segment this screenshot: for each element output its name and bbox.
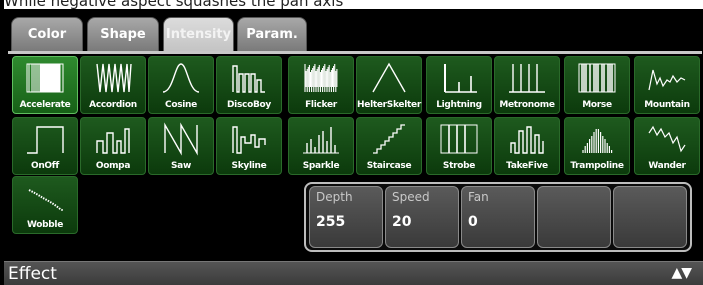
param-fan[interactable]: Fan 0	[461, 186, 535, 248]
metronome-icon	[509, 64, 545, 93]
effect-button-cosine[interactable]: Cosine	[148, 56, 214, 114]
effect-button-morse[interactable]: Morse	[564, 56, 630, 114]
trampoline-icon	[582, 129, 613, 153]
effect-label: Staircase	[366, 161, 412, 171]
effect-label: TakeFive	[506, 161, 548, 171]
effect-button-helterskelter[interactable]: HelterSkelter	[356, 56, 422, 114]
effect-button-metronome[interactable]: Metronome	[494, 56, 560, 114]
effect-button-discoboy[interactable]: DiscoBoy	[216, 56, 282, 114]
effect-footer: Effect ▲▼	[4, 261, 703, 285]
param-empty-2[interactable]	[613, 186, 687, 248]
effect-label: Strobe	[442, 161, 476, 171]
tab-bar: Color Shape Intensity Param.	[0, 17, 703, 51]
effect-button-strobe[interactable]: Strobe	[426, 117, 492, 175]
effect-label: Sparkle	[302, 161, 340, 171]
effect-button-lightning[interactable]: Lightning	[426, 56, 492, 114]
effect-button-mountain[interactable]: Mountain	[634, 56, 700, 114]
effect-label: Trampoline	[570, 161, 624, 171]
sparkle-icon	[303, 127, 339, 154]
effect-label: Saw	[171, 161, 191, 171]
up-down-arrows-icon[interactable]: ▲▼	[671, 265, 692, 281]
effect-label: Metronome	[499, 100, 555, 110]
wander-icon	[648, 125, 686, 153]
param-speed[interactable]: Speed 20	[385, 186, 459, 248]
onoff-icon	[27, 126, 64, 154]
effect-button-saw[interactable]: Saw	[148, 117, 214, 175]
param-value: 255	[316, 214, 346, 230]
effect-button-wander[interactable]: Wander	[634, 117, 700, 175]
effect-label: Mountain	[644, 100, 690, 110]
params-panel: Depth 255 Speed 20 Fan 0	[304, 182, 692, 252]
staircase-icon	[373, 124, 405, 154]
effect-button-flicker[interactable]: Flicker	[288, 56, 354, 114]
caption-text: While negative aspect squashes the pan a…	[4, 0, 703, 9]
discoboy-icon	[232, 65, 265, 93]
effect-label: OnOff	[30, 161, 60, 171]
helterskelter-icon	[372, 62, 406, 93]
effect-label: DiscoBoy	[227, 100, 271, 110]
effect-label: Cosine	[165, 100, 197, 110]
flicker-icon	[304, 64, 338, 92]
effect-button-sparkle[interactable]: Sparkle	[288, 117, 354, 175]
effect-button-accordion[interactable]: Accordion	[80, 56, 146, 114]
effect-label: Accordion	[89, 100, 137, 110]
param-depth[interactable]: Depth 255	[309, 186, 383, 248]
effect-button-takefive[interactable]: TakeFive	[494, 117, 560, 175]
wobble-icon	[28, 189, 64, 211]
effect-button-accelerate[interactable]: Accelerate	[12, 56, 78, 114]
accordion-icon	[96, 63, 132, 93]
param-label: Fan	[468, 190, 489, 204]
effect-label: Lightning	[436, 100, 482, 110]
param-value: 20	[392, 214, 412, 230]
effect-button-oompa[interactable]: Oompa	[80, 117, 146, 175]
footer-title: Effect	[8, 263, 57, 284]
accelerate-icon	[26, 63, 64, 93]
saw-icon	[164, 122, 198, 156]
effect-label: Oompa	[95, 161, 131, 171]
effect-label: Accelerate	[19, 100, 71, 110]
tab-shape[interactable]: Shape	[87, 17, 159, 51]
cosine-icon	[162, 63, 200, 93]
param-empty-1[interactable]	[537, 186, 611, 248]
effect-button-wobble[interactable]: Wobble	[12, 176, 78, 234]
oompa-icon	[96, 128, 130, 154]
skyline-icon	[232, 126, 266, 154]
tab-color[interactable]: Color	[11, 17, 83, 51]
tab-param[interactable]: Param.	[237, 17, 307, 51]
mountain-icon	[648, 69, 686, 91]
param-label: Depth	[316, 190, 353, 204]
param-label: Speed	[392, 190, 430, 204]
effect-label: Wander	[648, 161, 686, 171]
effect-button-skyline[interactable]: Skyline	[216, 117, 282, 175]
effect-label: Skyline	[231, 161, 267, 171]
effect-button-onoff[interactable]: OnOff	[12, 117, 78, 175]
takefive-icon	[510, 126, 544, 154]
effect-label: Flicker	[305, 100, 337, 110]
strobe-icon	[440, 124, 478, 154]
effect-label: Morse	[582, 100, 612, 110]
effect-button-staircase[interactable]: Staircase	[356, 117, 422, 175]
param-value: 0	[468, 214, 478, 230]
lightning-icon	[444, 64, 477, 93]
effect-button-trampoline[interactable]: Trampoline	[564, 117, 630, 175]
effect-label: HelterSkelter	[357, 100, 421, 110]
tab-intensity[interactable]: Intensity	[163, 17, 234, 51]
morse-icon	[578, 63, 616, 93]
effect-label: Wobble	[26, 220, 64, 230]
